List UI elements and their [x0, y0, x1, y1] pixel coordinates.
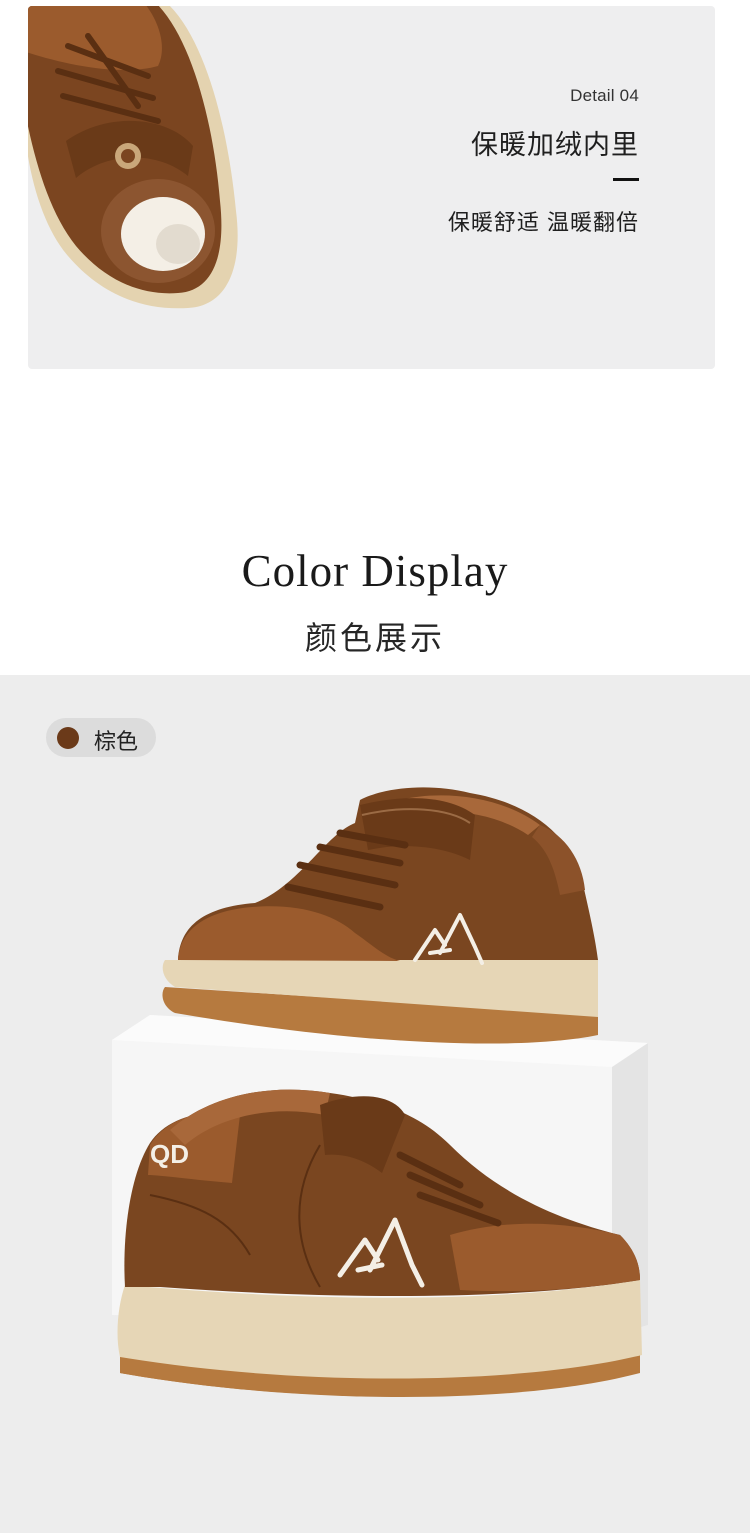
- detail-subtitle: 保暖舒适 温暖翻倍: [447, 210, 639, 235]
- detail-title: 保暖加绒内里: [471, 130, 639, 160]
- heel-tab-text: QD: [150, 1139, 189, 1169]
- shoe-top-view-image: [28, 6, 238, 309]
- upper-shoe: [162, 787, 598, 1044]
- color-option-label: 棕色: [94, 729, 139, 754]
- product-detail-page: Detail 04 保暖加绒内里 保暖舒适 温暖翻倍 Color Display…: [0, 0, 750, 1533]
- color-display-title: Color Display: [241, 546, 509, 596]
- color-option-brown[interactable]: 棕色: [46, 718, 156, 757]
- color-display-subtitle: 颜色展示: [304, 620, 445, 656]
- detail-number: Detail 04: [570, 86, 639, 105]
- detail-panel: Detail 04 保暖加绒内里 保暖舒适 温暖翻倍: [28, 6, 715, 369]
- title-divider: [613, 178, 639, 181]
- color-product-section: QD 棕色: [0, 675, 750, 1533]
- brown-swatch-icon: [57, 727, 79, 749]
- brown-shoes-photo: QD: [112, 787, 648, 1397]
